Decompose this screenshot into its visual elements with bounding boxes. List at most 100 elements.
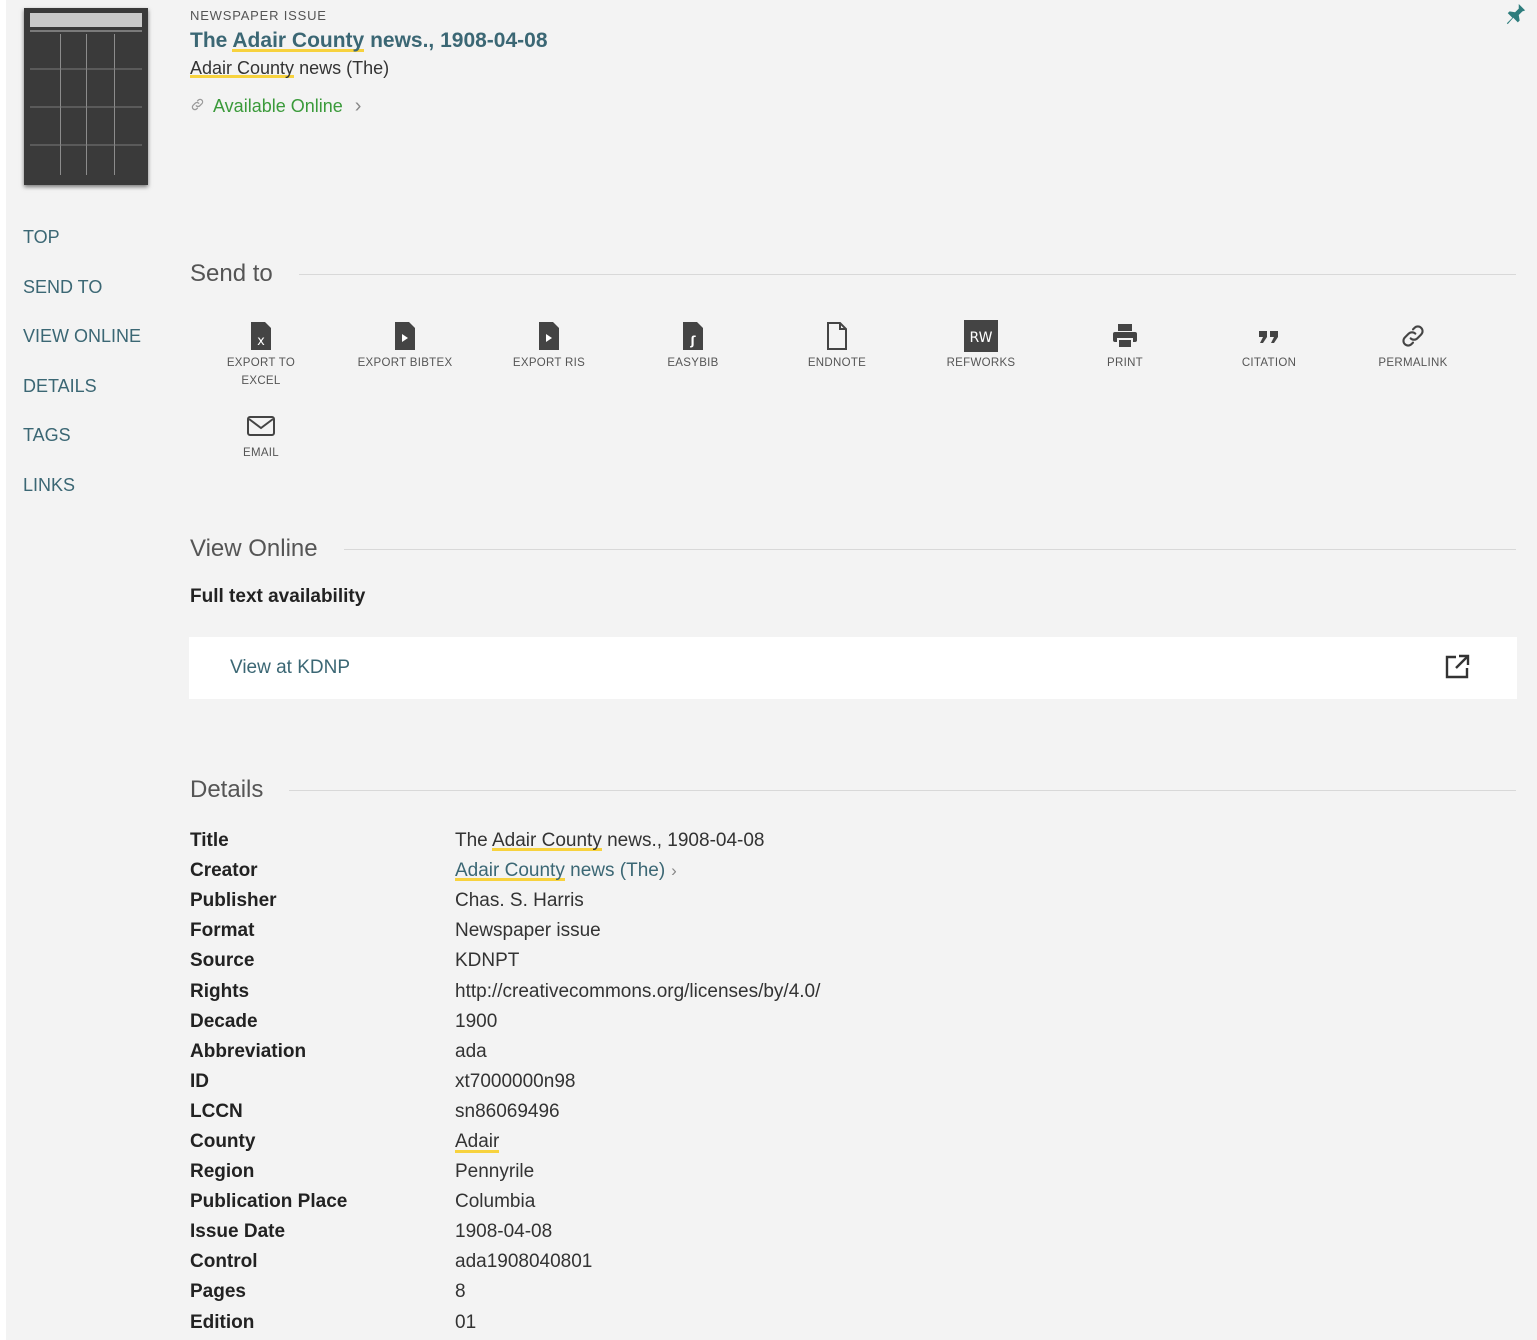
printer-icon: [1111, 320, 1139, 352]
print-button[interactable]: PRINT: [1053, 320, 1197, 390]
chevron-right-icon: ›: [671, 861, 677, 881]
refworks-label: REFWORKS: [946, 357, 1016, 369]
easybib-file-icon: ʃ: [681, 320, 705, 352]
details-title: Details: [190, 776, 264, 803]
detail-value: Columbia: [455, 1191, 536, 1213]
detail-value: KDNPT: [455, 950, 520, 972]
export-ris-button[interactable]: EXPORT RIS: [477, 320, 621, 390]
nav-item-tags[interactable]: TAGS: [23, 424, 141, 474]
send-to-heading: Send to: [190, 260, 1516, 288]
record-type-label: NEWSPAPER ISSUE: [190, 8, 327, 23]
detail-row-rights: Rights http://creativecommons.org/licens…: [190, 976, 820, 1006]
detail-label: Publication Place: [190, 1191, 348, 1213]
detail-label: Abbreviation: [190, 1040, 307, 1062]
view-at-kdnp-label: View at KDNP: [230, 657, 351, 678]
available-online-link[interactable]: Available Online ›: [190, 95, 361, 118]
detail-label: Format: [190, 920, 255, 942]
record-title[interactable]: The Adair County news., 1908-04-08: [190, 29, 548, 53]
ris-file-icon: [537, 320, 561, 352]
export-excel-button[interactable]: x EXPORT TO EXCEL: [189, 320, 333, 390]
detail-row-source: Source KDNPT: [190, 946, 820, 976]
detail-row-decade: Decade 1900: [190, 1007, 820, 1037]
export-bibtex-label: EXPORT BIBTEX: [357, 357, 453, 369]
detail-value: ada1908040801: [455, 1251, 593, 1273]
citation-button[interactable]: CITATION: [1197, 320, 1341, 390]
send-to-actions-row-1: x EXPORT TO EXCEL EXPORT BIBTEX EXPORT R…: [189, 320, 1485, 390]
svg-text:x: x: [257, 334, 265, 349]
detail-row-control: Control ada1908040801: [190, 1247, 820, 1277]
detail-value: 01: [455, 1311, 477, 1333]
pin-icon[interactable]: [1505, 2, 1527, 28]
detail-label: Edition: [190, 1311, 255, 1333]
detail-row-creator: Creator Adair County news (The) ›: [190, 856, 820, 886]
send-to-title: Send to: [190, 260, 273, 287]
email-button[interactable]: EMAIL: [189, 410, 333, 462]
export-bibtex-button[interactable]: EXPORT BIBTEX: [333, 320, 477, 390]
detail-value: xt7000000n98: [455, 1070, 576, 1092]
refworks-button[interactable]: RW REFWORKS: [909, 320, 1053, 390]
print-label: PRINT: [1107, 357, 1143, 369]
quote-icon: [1257, 320, 1281, 352]
detail-row-region: Region Pennyrile: [190, 1157, 820, 1187]
send-to-actions-row-2: EMAIL: [189, 410, 333, 462]
detail-value: 8: [455, 1281, 466, 1303]
detail-value: sn86069496: [455, 1100, 560, 1122]
detail-value: 1908-04-08: [455, 1221, 553, 1243]
easybib-label: EASYBIB: [667, 357, 719, 369]
export-excel-label: EXPORT TO EXCEL: [226, 357, 296, 387]
detail-row-publisher: Publisher Chas. S. Harris: [190, 886, 820, 916]
refworks-icon: RW: [964, 320, 998, 352]
endnote-button[interactable]: ENDNOTE: [765, 320, 909, 390]
detail-row-county: County Adair: [190, 1127, 820, 1157]
record-creator: Adair County news (The): [190, 58, 390, 78]
divider: [289, 789, 1516, 791]
view-online-title: View Online: [190, 535, 318, 562]
detail-value: ada: [455, 1040, 487, 1062]
detail-row-id: ID xt7000000n98: [190, 1067, 820, 1097]
easybib-button[interactable]: ʃ EASYBIB: [621, 320, 765, 390]
detail-value: Pennyrile: [455, 1161, 535, 1183]
permalink-button[interactable]: PERMALINK: [1341, 320, 1485, 390]
endnote-label: ENDNOTE: [807, 357, 867, 369]
excel-file-icon: x: [249, 320, 273, 352]
detail-row-format: Format Newspaper issue: [190, 916, 820, 946]
nav-item-top[interactable]: TOP: [23, 226, 141, 276]
detail-row-title: Title The Adair County news., 1908-04-08: [190, 826, 820, 856]
email-label: EMAIL: [242, 447, 279, 459]
newspaper-thumbnail[interactable]: [24, 8, 148, 185]
detail-label: County: [190, 1130, 256, 1152]
detail-row-pages: Pages 8: [190, 1277, 820, 1307]
export-ris-label: EXPORT RIS: [512, 357, 586, 369]
nav-item-links[interactable]: LINKS: [23, 474, 141, 524]
detail-value: Chas. S. Harris: [455, 890, 584, 912]
detail-value: 1900: [455, 1010, 498, 1032]
external-link-icon: [1443, 653, 1471, 686]
nav-item-details[interactable]: DETAILS: [23, 375, 141, 425]
view-at-kdnp-link[interactable]: View at KDNP: [189, 637, 1517, 699]
divider: [298, 273, 1516, 275]
divider: [343, 548, 1516, 550]
detail-value-creator-link[interactable]: Adair County news (The) ›: [455, 860, 677, 882]
available-online-label: Available Online: [213, 96, 343, 116]
detail-row-publication-place: Publication Place Columbia: [190, 1187, 820, 1217]
bibtex-file-icon: [393, 320, 417, 352]
section-nav: TOP SEND TO VIEW ONLINE DETAILS TAGS LIN…: [23, 226, 141, 523]
refworks-icon-text: RW: [969, 330, 992, 346]
detail-label: Creator: [190, 860, 258, 882]
detail-label: Publisher: [190, 890, 277, 912]
detail-label: Source: [190, 950, 255, 972]
details-table: Title The Adair County news., 1908-04-08…: [190, 826, 820, 1338]
detail-value: Newspaper issue: [455, 920, 601, 942]
left-edge-strip: [0, 0, 6, 1340]
detail-label: Pages: [190, 1281, 246, 1303]
envelope-icon: [246, 410, 276, 442]
thumbnail-masthead: [30, 13, 142, 27]
detail-label: Issue Date: [190, 1221, 286, 1243]
details-heading: Details: [190, 776, 1516, 804]
detail-label: ID: [190, 1070, 209, 1092]
detail-row-abbreviation: Abbreviation ada: [190, 1037, 820, 1067]
detail-label: Rights: [190, 980, 250, 1002]
nav-item-view-online[interactable]: VIEW ONLINE: [23, 325, 141, 375]
detail-label: Decade: [190, 1010, 258, 1032]
nav-item-send-to[interactable]: SEND TO: [23, 276, 141, 326]
